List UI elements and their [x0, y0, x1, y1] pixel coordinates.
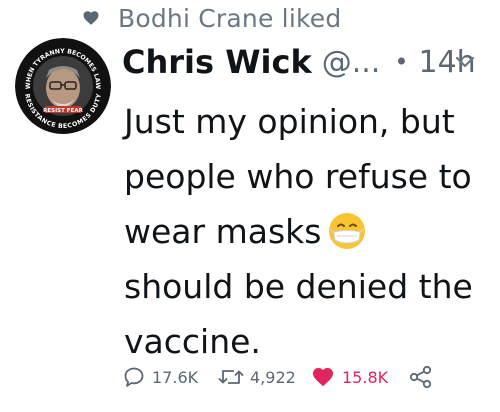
avatar-image: RESIST FEAR WHEN TYRANNY BECOMES LAW RES… [15, 38, 111, 134]
tweet-text-line: vaccine. [124, 322, 261, 361]
author-handle[interactable]: @... [322, 45, 381, 80]
tweet-header: Chris Wick @... • 14h [122, 42, 476, 82]
heart-icon [83, 11, 99, 25]
avatar[interactable]: RESIST FEAR WHEN TYRANNY BECOMES LAW RES… [15, 38, 111, 134]
tweet-text-fragment: wear masks [124, 212, 322, 251]
reply-count: 17.6K [152, 367, 199, 387]
liked-by-text[interactable]: Bodhi Crane liked [118, 4, 341, 33]
tweet-text: Just my opinion, but people who refuse t… [124, 94, 492, 369]
tweet-text-line: wear masks [124, 204, 492, 259]
retweet-button[interactable]: 4,922 [218, 362, 296, 392]
tweet-text-line: people who refuse to [124, 157, 472, 196]
chevron-down-icon[interactable] [454, 54, 476, 70]
author-name[interactable]: Chris Wick [122, 43, 312, 81]
retweet-count: 4,922 [250, 367, 296, 387]
like-button[interactable]: 15.8K [310, 362, 388, 392]
tweet-card[interactable]: Bodhi Crane liked RESIST FEAR WHEN TYRAN… [0, 0, 500, 412]
tweet-text-line: Just my opinion, but [124, 102, 455, 141]
avatar-badge-center: RESIST FEAR [43, 108, 83, 114]
share-button[interactable] [408, 362, 434, 392]
action-bar: 17.6K 4,922 15.8K [122, 362, 492, 392]
mask-face-emoji-icon [329, 213, 366, 249]
reply-icon [124, 367, 144, 387]
header-separator: • [394, 48, 409, 76]
reply-button[interactable]: 17.6K [122, 362, 198, 392]
like-count: 15.8K [342, 367, 389, 387]
retweet-icon [218, 370, 244, 384]
like-heart-icon [313, 368, 333, 387]
tweet-text-line: should be denied the [124, 267, 473, 306]
social-context: Bodhi Crane liked [82, 3, 341, 33]
share-icon [409, 365, 432, 389]
